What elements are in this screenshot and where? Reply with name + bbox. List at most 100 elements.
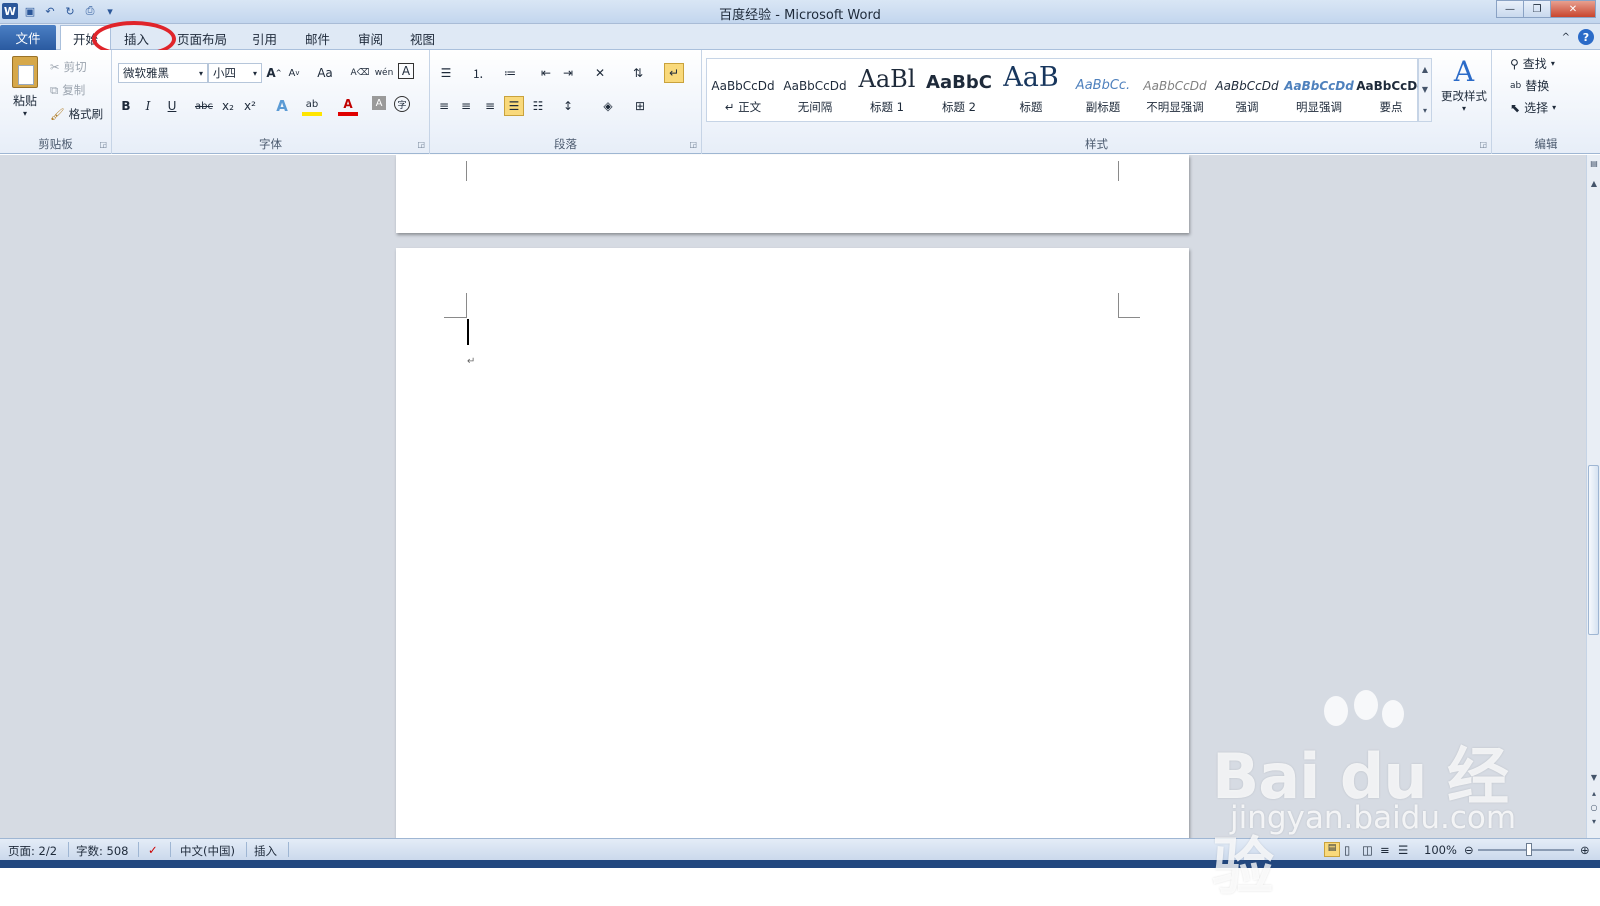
- change-case-button[interactable]: Aa: [312, 63, 338, 83]
- format-painter-button[interactable]: 🖌 格式刷: [50, 106, 103, 122]
- paste-button[interactable]: 粘贴 ▾: [8, 56, 42, 118]
- highlight-button[interactable]: ab: [302, 96, 322, 116]
- minimize-ribbon-icon[interactable]: ^: [1562, 32, 1570, 43]
- strikethrough-button[interactable]: abc: [194, 96, 214, 116]
- browse-object-icon[interactable]: ○: [1587, 803, 1600, 812]
- bold-button[interactable]: B: [116, 96, 136, 116]
- help-icon[interactable]: ?: [1578, 29, 1594, 45]
- copy-button[interactable]: ⧉ 复制: [50, 82, 85, 98]
- style-title[interactable]: AaB 标题: [995, 59, 1067, 121]
- draft-icon[interactable]: ☰: [1398, 843, 1408, 857]
- page-2[interactable]: ↵: [396, 248, 1189, 848]
- tab-review[interactable]: 审阅: [346, 26, 395, 50]
- previous-page-icon[interactable]: ▴: [1587, 789, 1600, 798]
- page-count[interactable]: 页面: 2/2: [8, 843, 57, 859]
- increase-indent-button[interactable]: ⇥: [558, 63, 578, 83]
- maximize-button[interactable]: ❐: [1523, 0, 1551, 18]
- paragraph-launcher-icon[interactable]: ◲: [689, 140, 697, 149]
- styles-scroll[interactable]: ▲ ▼ ▾: [1418, 58, 1432, 122]
- phonetic-guide-button[interactable]: wén: [374, 63, 394, 83]
- style-heading-2[interactable]: AaBbC 标题 2: [923, 59, 995, 121]
- char-shading-button[interactable]: A: [372, 96, 386, 110]
- tab-view[interactable]: 视图: [398, 26, 447, 50]
- multilevel-list-button[interactable]: ≔: [500, 63, 520, 83]
- style-emphasis[interactable]: AaBbCcDd 强调: [1211, 59, 1283, 121]
- zoom-in-icon[interactable]: ⊕: [1580, 843, 1590, 857]
- decrease-indent-button[interactable]: ⇤: [536, 63, 556, 83]
- shading-button[interactable]: ◈: [598, 96, 618, 116]
- sort-button[interactable]: ⇅: [628, 63, 648, 83]
- font-group-label: 字体: [259, 137, 282, 151]
- chinese-layout-button[interactable]: ✕: [590, 63, 610, 83]
- vertical-scrollbar[interactable]: ▤ ▲ ▼ ▴ ○ ▾: [1586, 155, 1600, 838]
- scroll-thumb[interactable]: [1588, 465, 1599, 635]
- format-painter-label: 格式刷: [68, 107, 104, 121]
- paste-dropdown-icon[interactable]: ▾: [8, 109, 42, 118]
- tab-page-layout[interactable]: 页面布局: [165, 26, 239, 50]
- outline-icon[interactable]: ≡: [1380, 843, 1390, 857]
- clipboard-launcher-icon[interactable]: ◲: [99, 140, 107, 149]
- style-subtle-emphasis[interactable]: AaBbCcDd 不明显强调: [1139, 59, 1211, 121]
- style-no-spacing[interactable]: AaBbCcDd 无间隔: [779, 59, 851, 121]
- italic-button[interactable]: I: [138, 96, 158, 116]
- close-button[interactable]: ✕: [1550, 0, 1596, 18]
- subscript-button[interactable]: x₂: [218, 96, 238, 116]
- document-workspace[interactable]: ↵: [0, 155, 1586, 848]
- word-count[interactable]: 字数: 508: [76, 843, 128, 859]
- font-launcher-icon[interactable]: ◲: [417, 140, 425, 149]
- align-left-button[interactable]: ≡: [434, 96, 454, 116]
- zoom-slider-thumb[interactable]: [1526, 843, 1532, 856]
- char-border-button[interactable]: A: [398, 63, 414, 79]
- minimize-button[interactable]: —: [1496, 0, 1524, 18]
- style-strong[interactable]: AaBbCcDd 要点: [1355, 59, 1427, 121]
- font-size-combo[interactable]: 小四 ▾: [208, 63, 262, 83]
- print-layout-icon[interactable]: ▤: [1324, 842, 1340, 857]
- show-marks-button[interactable]: ↵: [664, 63, 684, 83]
- web-layout-icon[interactable]: ◫: [1362, 843, 1373, 857]
- more-icon[interactable]: ▾: [1423, 106, 1427, 115]
- change-styles-button[interactable]: A 更改样式 ▾: [1438, 56, 1490, 114]
- align-right-button[interactable]: ≡: [480, 96, 500, 116]
- enclose-char-button[interactable]: 字: [394, 96, 410, 112]
- bullets-button[interactable]: ☰: [436, 63, 456, 83]
- grow-font-button[interactable]: A ^: [264, 63, 284, 83]
- style-subtitle[interactable]: AaBbCc. 副标题: [1067, 59, 1139, 121]
- zoom-level[interactable]: 100%: [1424, 843, 1457, 857]
- tab-mailings[interactable]: 邮件: [293, 26, 342, 50]
- find-button[interactable]: ⚲ 查找 ▾: [1510, 55, 1555, 72]
- shrink-font-button[interactable]: Av: [284, 63, 304, 83]
- tab-references[interactable]: 引用: [240, 26, 289, 50]
- next-page-icon[interactable]: ▾: [1587, 817, 1600, 826]
- tab-file[interactable]: 文件: [0, 25, 56, 50]
- line-spacing-button[interactable]: ↕: [558, 96, 578, 116]
- language[interactable]: 中文(中国): [180, 843, 235, 859]
- scroll-up-icon[interactable]: ▲: [1587, 179, 1600, 188]
- style-intense-emphasis[interactable]: AaBbCcDd 明显强调: [1283, 59, 1355, 121]
- style-heading-1[interactable]: AaBl 标题 1: [851, 59, 923, 121]
- cut-button[interactable]: ✂ 剪切: [50, 59, 87, 75]
- replace-button[interactable]: ab 替换: [1510, 77, 1549, 94]
- ruler-toggle-icon[interactable]: ▤: [1587, 159, 1600, 168]
- font-color-button[interactable]: A: [338, 96, 358, 116]
- insert-mode[interactable]: 插入: [254, 843, 277, 859]
- zoom-out-icon[interactable]: ⊖: [1464, 843, 1474, 857]
- clear-format-button[interactable]: A⌫: [350, 63, 370, 83]
- page-1[interactable]: [396, 155, 1189, 233]
- borders-button[interactable]: ⊞: [630, 96, 650, 116]
- text-effects-button[interactable]: A: [272, 96, 292, 116]
- styles-launcher-icon[interactable]: ◲: [1479, 140, 1487, 149]
- superscript-button[interactable]: x²: [240, 96, 260, 116]
- chevron-down-icon[interactable]: ▼: [1422, 85, 1428, 94]
- distributed-button[interactable]: ☷: [528, 96, 548, 116]
- chevron-up-icon[interactable]: ▲: [1422, 65, 1428, 74]
- numbering-button[interactable]: ⒈: [468, 63, 488, 83]
- font-name-combo[interactable]: 微软雅黑 ▾: [118, 63, 208, 83]
- full-screen-reading-icon[interactable]: ▯: [1344, 843, 1350, 857]
- align-center-button[interactable]: ≡: [456, 96, 476, 116]
- underline-button[interactable]: U: [162, 96, 182, 116]
- scroll-down-icon[interactable]: ▼: [1587, 773, 1600, 782]
- proofing-icon[interactable]: ✓: [148, 843, 158, 857]
- justify-button[interactable]: ☰: [504, 96, 524, 116]
- select-button[interactable]: ⬉ 选择 ▾: [1510, 99, 1556, 116]
- style-normal[interactable]: AaBbCcDd ↵ 正文: [707, 59, 779, 121]
